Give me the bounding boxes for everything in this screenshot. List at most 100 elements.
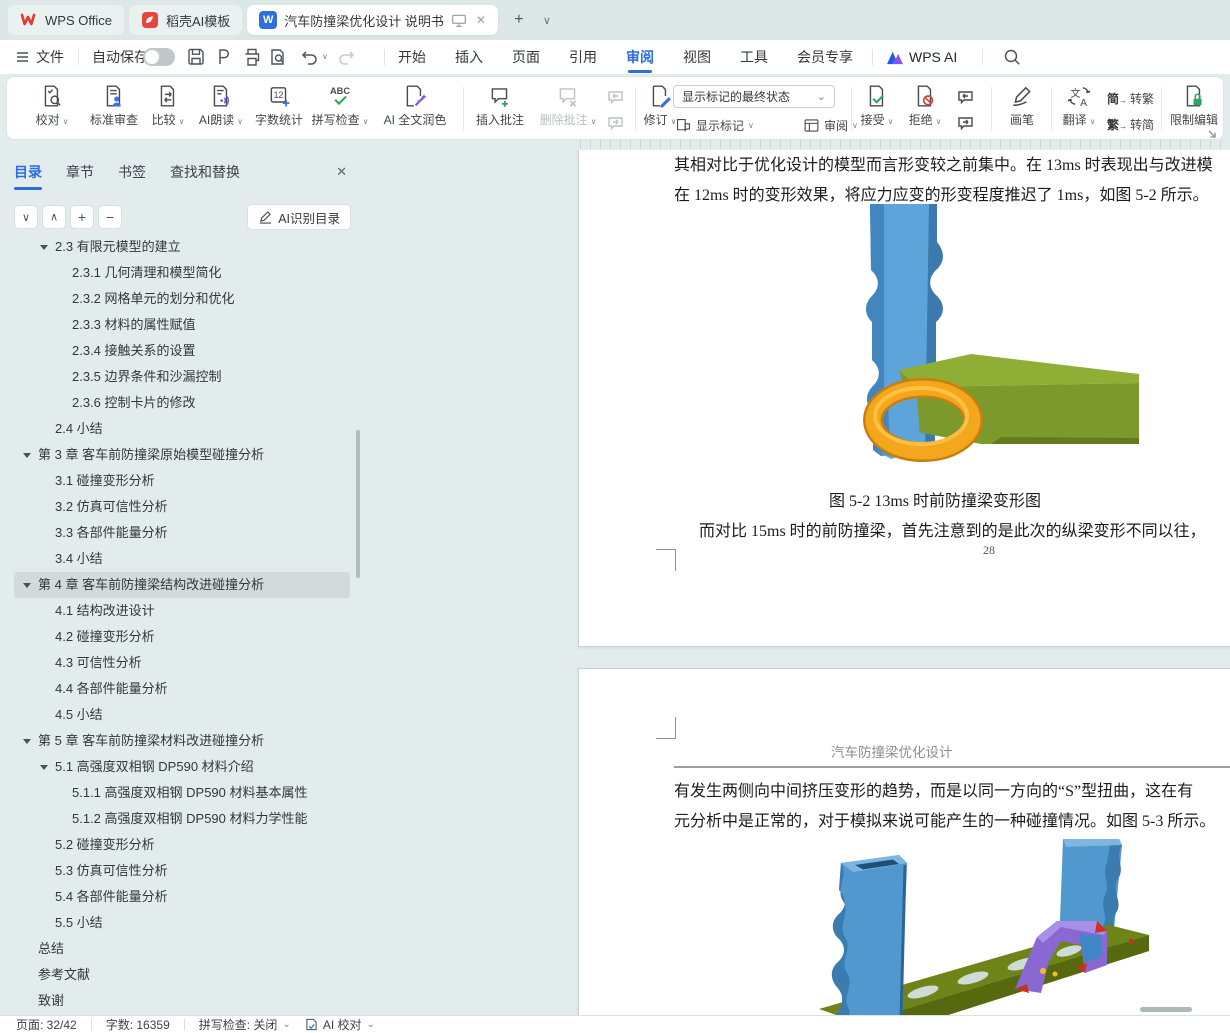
collapse-arrow-icon[interactable]	[23, 453, 31, 458]
toc-item[interactable]: 2.3.3 材料的属性赋值	[14, 312, 350, 338]
ink-pen-button[interactable]: 画笔	[999, 83, 1045, 135]
toc-item[interactable]: 2.3.5 边界条件和沙漏控制	[14, 364, 350, 390]
toc-item[interactable]: 2.3.1 几何清理和模型简化	[14, 260, 350, 286]
zoom-out-outline-button[interactable]: −	[98, 205, 122, 229]
ai-read-aloud-button[interactable]: AI朗读	[193, 83, 249, 135]
review-pane-button[interactable]: 审阅	[803, 115, 858, 135]
autosave-toggle[interactable]	[143, 48, 175, 66]
file-menu[interactable]: 文件	[36, 40, 64, 74]
new-tab-button[interactable]	[507, 8, 531, 32]
accept-revision-button[interactable]: 接受	[855, 83, 899, 135]
toc-item[interactable]: 5.3 仿真可信性分析	[14, 858, 350, 884]
menu-item-review[interactable]: 审阅	[626, 40, 654, 74]
word-count-button[interactable]: 12 字数统计	[251, 83, 307, 135]
menu-item-member[interactable]: 会员专享	[797, 40, 853, 74]
document-viewport[interactable]: 其相对比于优化设计的模型而言形变较之前集中。在 13ms 时表现出与改进模 在 …	[365, 150, 1230, 1015]
toc-item[interactable]: 5.5 小结	[14, 910, 350, 936]
collapse-arrow-icon[interactable]	[40, 245, 48, 250]
present-monitor-icon[interactable]	[451, 13, 467, 28]
next-revision-button[interactable]	[953, 111, 979, 134]
collapse-arrow-icon[interactable]	[23, 739, 31, 744]
toc-item[interactable]: 4.1 结构改进设计	[14, 598, 350, 624]
standard-review-button[interactable]: 标准审查	[85, 83, 143, 135]
toc-item[interactable]: 4.3 可信性分析	[14, 650, 350, 676]
spellcheck-status-button[interactable]: 拼写检查: 关闭	[199, 1016, 291, 1033]
tab-docer-template[interactable]: 稻壳AI模板	[129, 5, 242, 35]
show-markup-button[interactable]: 显示标记	[675, 115, 754, 135]
tab-list-button[interactable]	[535, 8, 559, 32]
toc-item[interactable]: 3.3 各部件能量分析	[14, 520, 350, 546]
to-simplified-button[interactable]: 繁 转简	[1107, 113, 1154, 135]
toc-item[interactable]: 5.1.2 高强度双相钢 DP590 材料力学性能	[14, 806, 350, 832]
spell-check-button[interactable]: ABC 拼写检查	[309, 83, 371, 135]
menu-item-tools[interactable]: 工具	[740, 40, 768, 74]
sidebar-tab-find-replace[interactable]: 查找和替换	[170, 162, 240, 190]
sidebar-tab-bookmarks[interactable]: 书签	[118, 162, 146, 190]
toc-item[interactable]: 2.3 有限元模型的建立	[14, 240, 350, 260]
toc-item[interactable]: 3.4 小结	[14, 546, 350, 572]
tab-wps-office[interactable]: WPS Office	[8, 5, 124, 35]
markup-state-dropdown[interactable]: 显示标记的最终状态	[673, 85, 835, 108]
save-icon[interactable]	[186, 47, 206, 67]
menu-item-page-layout[interactable]: 页面	[512, 40, 540, 74]
undo-icon[interactable]	[300, 47, 320, 67]
search-icon[interactable]	[1002, 47, 1022, 67]
ai-recognize-toc-button[interactable]: AI识别目录	[247, 204, 351, 230]
compare-button[interactable]: 比较	[145, 83, 191, 135]
zoom-in-outline-button[interactable]	[70, 205, 94, 229]
restrict-editing-button[interactable]: 限制编辑	[1165, 83, 1223, 135]
toc-item[interactable]: 参考文献	[14, 962, 350, 988]
previous-revision-button[interactable]	[953, 85, 979, 108]
toc-item[interactable]: 3.2 仿真可信性分析	[14, 494, 350, 520]
reject-revision-button[interactable]: 拒绝	[903, 83, 947, 135]
hamburger-menu-icon[interactable]	[16, 40, 32, 74]
insert-comment-button[interactable]: 插入批注	[469, 83, 531, 135]
print-icon[interactable]	[242, 47, 262, 67]
undo-dropdown-icon[interactable]	[322, 52, 328, 61]
toc-item[interactable]: 第 3 章 客车前防撞梁原始模型碰撞分析	[14, 442, 350, 468]
to-traditional-button[interactable]: 简 转繁	[1107, 87, 1154, 109]
ai-polish-button[interactable]: AI 全文润色	[373, 83, 457, 135]
toc-item[interactable]: 4.2 碰撞变形分析	[14, 624, 350, 650]
close-sidebar-icon[interactable]	[336, 164, 347, 180]
toc-item[interactable]: 5.2 碰撞变形分析	[14, 832, 350, 858]
proofread-button[interactable]: 校对	[23, 83, 81, 135]
toc-item[interactable]: 第 4 章 客车前防撞梁结构改进碰撞分析	[14, 572, 350, 598]
page-number: 28	[983, 543, 995, 558]
document-page-28[interactable]: 其相对比于优化设计的模型而言形变较之前集中。在 13ms 时表现出与改进模 在 …	[578, 150, 1230, 647]
toc-item[interactable]: 2.3.2 网格单元的划分和优化	[14, 286, 350, 312]
print-preview-icon[interactable]	[268, 47, 288, 67]
close-tab-icon[interactable]	[476, 13, 486, 27]
expand-group-icon[interactable]	[1207, 129, 1218, 140]
toc-item[interactable]: 第 5 章 客车前防撞梁材料改进碰撞分析	[14, 728, 350, 754]
expand-all-button[interactable]	[14, 205, 38, 229]
toc-item[interactable]: 3.1 碰撞变形分析	[14, 468, 350, 494]
toc-item[interactable]: 4.4 各部件能量分析	[14, 676, 350, 702]
horizontal-scrollbar[interactable]	[1140, 1007, 1192, 1012]
sidebar-tab-chapters[interactable]: 章节	[66, 162, 94, 190]
menu-item-reference[interactable]: 引用	[569, 40, 597, 74]
translate-button[interactable]: 文A 翻译	[1057, 83, 1101, 135]
toc-item[interactable]: 5.1.1 高强度双相钢 DP590 材料基本属性	[14, 780, 350, 806]
ai-proofread-button[interactable]: AI 校对	[305, 1016, 375, 1033]
toc-item[interactable]: 2.3.6 控制卡片的修改	[14, 390, 350, 416]
export-pdf-icon[interactable]	[213, 47, 233, 67]
collapse-all-button[interactable]	[42, 205, 66, 229]
collapse-arrow-icon[interactable]	[23, 583, 31, 588]
tab-document-active[interactable]: W 汽车防撞梁优化设计 说明书	[247, 5, 498, 35]
toc-item[interactable]: 总结	[14, 936, 350, 962]
toc-item[interactable]: 5.4 各部件能量分析	[14, 884, 350, 910]
document-page-29[interactable]: 汽车防撞梁优化设计 有发生两侧向中间挤压变形的趋势，而是以同一方向的“S”型扭曲…	[578, 668, 1230, 1015]
menu-item-view[interactable]: 视图	[683, 40, 711, 74]
toc-item[interactable]: 4.5 小结	[14, 702, 350, 728]
sidebar-tab-toc[interactable]: 目录	[14, 162, 42, 190]
wps-ai-button[interactable]: WPS AI	[886, 40, 957, 74]
collapse-arrow-icon[interactable]	[40, 765, 48, 770]
toc-item[interactable]: 致谢	[14, 988, 350, 1014]
toc-item[interactable]: 5.1 高强度双相钢 DP590 材料介绍	[14, 754, 350, 780]
menu-item-insert[interactable]: 插入	[455, 40, 483, 74]
sidebar-scrollbar[interactable]	[356, 430, 360, 578]
toc-item[interactable]: 2.3.4 接触关系的设置	[14, 338, 350, 364]
menu-item-home[interactable]: 开始	[398, 40, 426, 74]
toc-item[interactable]: 2.4 小结	[14, 416, 350, 442]
